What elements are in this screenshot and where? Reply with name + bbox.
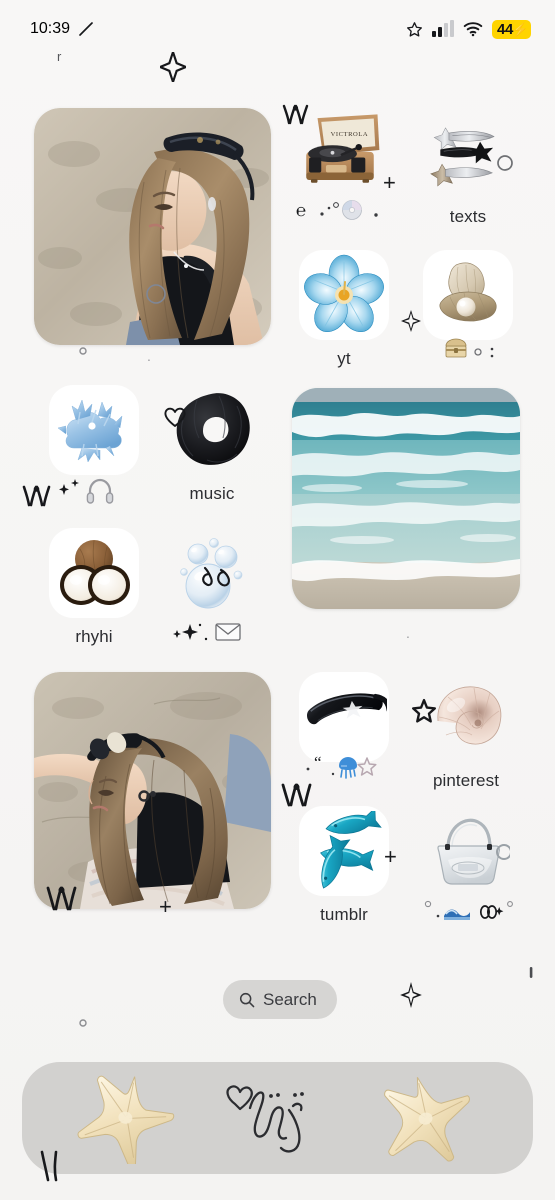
app-tile-clear-bag — [423, 806, 513, 896]
app-tile-pearl-shell — [423, 250, 513, 340]
app-nautilus[interactable]: pinterest — [410, 672, 522, 791]
dock-item-script-doodle[interactable] — [217, 1078, 337, 1158]
record-player-brand: VICTROLA — [331, 131, 369, 138]
app-scrunchie[interactable]: music — [156, 385, 268, 504]
photo-girl-bottom-image — [34, 672, 271, 909]
app-coconut[interactable]: rhyhi — [38, 528, 150, 647]
status-time: 10:39 — [30, 20, 71, 37]
app-label-gummy-fish: tumblr — [320, 905, 368, 924]
app-tile-sunglasses — [299, 672, 389, 762]
app-hibiscus[interactable]: yt — [288, 250, 400, 369]
app-tile-gummy-fish — [299, 806, 389, 896]
blue-coral-icon — [57, 399, 123, 463]
black-sunglasses-icon — [306, 693, 387, 725]
svg-text:℮: ℮ — [296, 201, 306, 220]
pearl-oyster-shell-icon — [439, 262, 497, 322]
photo-ocean-image — [292, 388, 520, 609]
app-record-player[interactable]: VICTROLA — [284, 104, 396, 203]
starfish-icon — [77, 1075, 175, 1164]
heart-script-hi-icon — [226, 1085, 305, 1153]
battery-badge: 44 ⚡ — [492, 19, 531, 39]
app-clear-bag[interactable] — [412, 806, 524, 905]
nautilus-shell-icon — [437, 686, 502, 745]
widget-photo-girl-top[interactable] — [34, 108, 271, 345]
app-label-coconut: rhyhi — [75, 627, 113, 646]
bow-icon-coral — [22, 484, 52, 512]
widget-photo-ocean[interactable] — [292, 388, 520, 609]
dot-sticker-mid: . — [406, 625, 410, 641]
app-label-hair-clips: texts — [449, 207, 487, 226]
search-icon — [239, 992, 255, 1007]
star-hair-clips-icon — [430, 127, 495, 187]
blue-gummy-fish-icon — [320, 811, 382, 889]
wifi-icon — [463, 22, 483, 37]
app-label-hibiscus: yt — [337, 349, 351, 368]
app-hair-clips[interactable]: texts — [412, 108, 524, 227]
black-scrunchie-icon — [176, 393, 250, 465]
app-label-nautilus: pinterest — [432, 771, 500, 790]
app-tile-bubbles — [167, 528, 257, 618]
clear-handbag-icon — [437, 818, 510, 885]
record-player-icon: VICTROLA — [306, 114, 380, 183]
blue-hibiscus-flower-icon — [304, 254, 384, 332]
charging-bolt-icon: ⚡ — [512, 21, 528, 37]
battery-level: 44 — [497, 20, 514, 38]
widget-photo-girl-bottom[interactable] — [34, 672, 271, 909]
search-label: Search — [263, 989, 317, 1009]
status-bar-left: 10:39 — [30, 20, 94, 38]
app-pearl-shell[interactable] — [412, 250, 524, 349]
app-tile-scrunchie — [167, 385, 257, 475]
app-tile-blue-coral — [49, 385, 139, 475]
home-screen: 10:39 44 ⚡ VICTROLA texts yt music rhyhi… — [0, 0, 555, 1200]
bubbles-icon — [180, 538, 243, 609]
app-bubbles[interactable] — [156, 528, 268, 627]
app-tile-coconut — [49, 528, 139, 618]
app-tile-nautilus — [421, 672, 511, 762]
tick-sticker-right — [528, 966, 534, 984]
dock-item-starfish-right[interactable] — [376, 1072, 480, 1164]
dock-item-starfish-left[interactable] — [75, 1072, 179, 1164]
status-bar-right: 44 ⚡ — [406, 19, 531, 39]
starfish-icon — [383, 1077, 470, 1162]
app-tile-hibiscus — [299, 250, 389, 340]
status-bar: 10:39 44 ⚡ — [0, 0, 555, 58]
app-sunglasses[interactable] — [288, 672, 400, 771]
photo-girl-top-image — [34, 108, 271, 345]
app-label-scrunchie: music — [189, 484, 235, 503]
star-outline-icon — [407, 21, 422, 37]
app-gummy-fish[interactable]: tumblr — [288, 806, 400, 925]
pencil-icon — [79, 22, 93, 36]
app-blue-coral[interactable] — [38, 385, 150, 484]
dot-sticker-under-photo — [78, 344, 88, 360]
dock — [22, 1062, 533, 1174]
app-tile-hair-clips — [423, 108, 513, 198]
dot-sticker-search — [78, 1016, 88, 1032]
app-tile-record-player: VICTROLA — [295, 104, 385, 194]
coconut-icon — [60, 540, 130, 605]
dot-sticker-right-photo: . — [147, 348, 151, 364]
search-button[interactable]: Search — [223, 980, 337, 1019]
sparkle-icon-search — [400, 982, 422, 1012]
cellular-signal-icon — [432, 20, 455, 37]
